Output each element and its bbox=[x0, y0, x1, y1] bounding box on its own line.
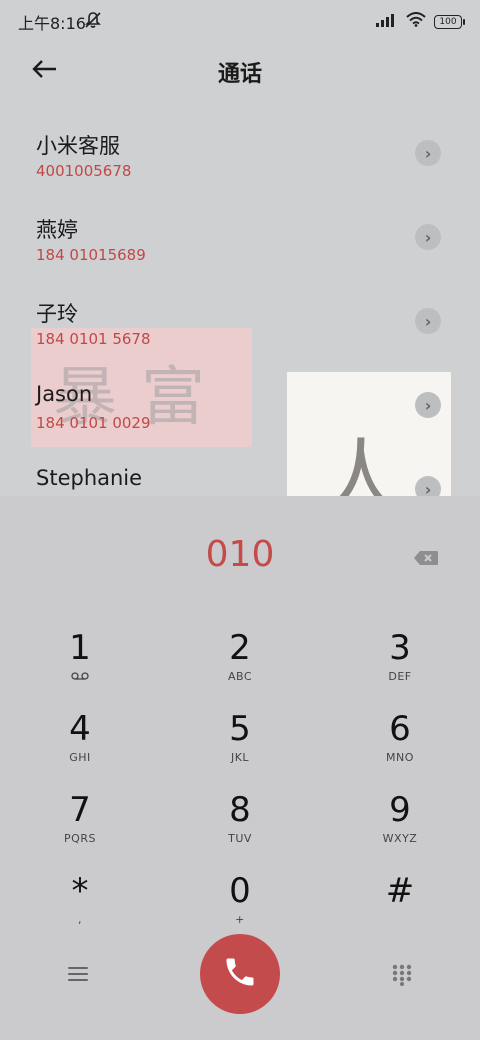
battery-icon: 100 bbox=[434, 14, 465, 29]
list-item[interactable]: Stephanie › bbox=[0, 448, 480, 496]
call-button[interactable] bbox=[200, 934, 280, 1014]
key-letters: , bbox=[78, 913, 82, 926]
chevron-right-icon[interactable]: › bbox=[415, 224, 441, 250]
key-letters: PQRS bbox=[64, 832, 96, 845]
key-letters: WXYZ bbox=[382, 832, 418, 845]
chevron-right-icon[interactable]: › bbox=[415, 392, 441, 418]
phone-icon bbox=[222, 954, 258, 994]
key-1[interactable]: 1 bbox=[20, 628, 140, 698]
contact-suggestion-list: 小米客服 4001005678 › 燕婷 184 01015689 › 子玲 1… bbox=[0, 112, 480, 496]
key-2[interactable]: 2 ABC bbox=[180, 628, 300, 698]
chevron-right-icon[interactable]: › bbox=[415, 140, 441, 166]
key-7[interactable]: 7 PQRS bbox=[20, 790, 140, 860]
list-item[interactable]: 小米客服 4001005678 › bbox=[0, 112, 480, 196]
key-5[interactable]: 5 JKL bbox=[180, 709, 300, 779]
list-item[interactable]: 子玲 184 0101 5678 › bbox=[0, 280, 480, 364]
key-digit: 3 bbox=[389, 628, 411, 668]
key-digit: 8 bbox=[229, 790, 251, 830]
contact-number: 184 0101 0029 bbox=[36, 414, 151, 432]
key-letters: ABC bbox=[227, 670, 253, 683]
contact-number: 184 01015689 bbox=[36, 246, 146, 264]
key-digit: 1 bbox=[69, 628, 91, 668]
key-letters: GHI bbox=[69, 751, 91, 764]
key-digit: * bbox=[71, 871, 89, 911]
key-digit: 4 bbox=[69, 709, 91, 749]
contact-name: 子玲 bbox=[36, 302, 78, 326]
contact-name: Stephanie bbox=[36, 466, 143, 490]
key-hash[interactable]: # bbox=[340, 871, 460, 941]
contact-name: 小米客服 bbox=[36, 134, 120, 158]
key-digit: 7 bbox=[69, 790, 91, 830]
key-8[interactable]: 8 TUV bbox=[180, 790, 300, 860]
key-0[interactable]: 0 + bbox=[180, 871, 300, 941]
contact-number: 4001005678 bbox=[36, 162, 132, 180]
key-star[interactable]: * , bbox=[20, 871, 140, 941]
key-letters: + bbox=[235, 913, 245, 926]
key-digit: # bbox=[385, 871, 415, 911]
contact-name: Jason bbox=[36, 382, 93, 406]
menu-icon[interactable] bbox=[68, 966, 88, 986]
key-letters: MNO bbox=[386, 751, 414, 764]
backspace-icon[interactable] bbox=[413, 550, 439, 566]
key-letters: TUV bbox=[228, 832, 252, 845]
key-digit: 5 bbox=[229, 709, 251, 749]
status-bar: 上午8:16 100 bbox=[0, 0, 480, 40]
chevron-right-icon[interactable]: › bbox=[415, 476, 441, 496]
keypad-icon[interactable] bbox=[392, 964, 412, 990]
key-digit: 6 bbox=[389, 709, 411, 749]
voicemail-icon bbox=[20, 670, 140, 683]
wifi-icon bbox=[406, 12, 426, 31]
dialed-number: 010 bbox=[205, 534, 275, 575]
signal-icon bbox=[376, 12, 398, 31]
key-6[interactable]: 6 MNO bbox=[340, 709, 460, 779]
key-9[interactable]: 9 WXYZ bbox=[340, 790, 460, 860]
phone-dialer-screen: 上午8:16 100 通话 暴 富 人 小米客服 4001005678 › 燕婷… bbox=[0, 0, 480, 1040]
status-right: 100 bbox=[376, 12, 465, 31]
dialpad: 010 1 2 ABC 3 DEF 4 GHI 5 JKL 6 MNO 7 PQ… bbox=[0, 496, 480, 1040]
list-item[interactable]: Jason 184 0101 0029 › bbox=[0, 364, 480, 448]
mute-icon bbox=[84, 11, 102, 33]
key-3[interactable]: 3 DEF bbox=[340, 628, 460, 698]
contact-number: 184 0101 5678 bbox=[36, 330, 151, 348]
key-letters: JKL bbox=[230, 751, 250, 764]
page-title: 通话 bbox=[217, 62, 262, 87]
key-digit: 0 bbox=[229, 871, 251, 911]
contact-name: 燕婷 bbox=[36, 218, 78, 242]
key-digit: 2 bbox=[229, 628, 251, 668]
key-digit: 9 bbox=[389, 790, 411, 830]
status-time: 上午8:16 bbox=[18, 14, 86, 33]
header: 通话 bbox=[0, 40, 480, 100]
key-letters: DEF bbox=[388, 670, 412, 683]
chevron-right-icon[interactable]: › bbox=[415, 308, 441, 334]
key-4[interactable]: 4 GHI bbox=[20, 709, 140, 779]
list-item[interactable]: 燕婷 184 01015689 › bbox=[0, 196, 480, 280]
